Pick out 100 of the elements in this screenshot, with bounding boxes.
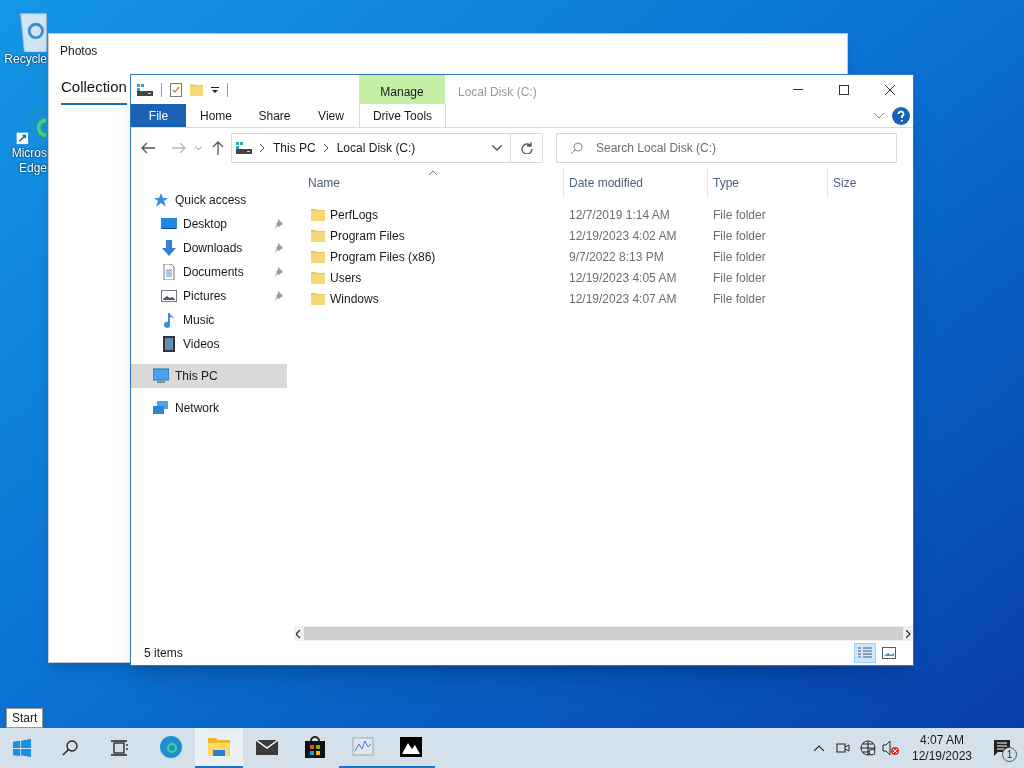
windows-logo-icon [13,739,31,757]
address-bar[interactable]: This PC Local Disk (C:) [231,133,511,163]
ribbon-tab[interactable]: Share [246,104,303,127]
ribbon-tab[interactable]: View [303,104,359,127]
ribbon-tab[interactable]: Drive Tools [359,104,446,127]
help-icon[interactable] [892,106,910,125]
network-icon [153,400,169,416]
new-folder-icon [190,82,203,97]
back-arrow-icon[interactable] [141,142,155,154]
breadcrumb-item[interactable]: Local Disk (C:) [336,139,416,157]
tab[interactable]: Collection [61,76,127,105]
star-icon [153,192,169,208]
file-name[interactable]: Program Files (x86) [330,247,436,266]
notification-button[interactable]: 1 [980,728,1024,768]
table-cell-text: File folder [712,227,767,245]
folder-icon [311,271,325,284]
refresh-button[interactable] [511,133,543,163]
notification-badge: 1 [1002,747,1017,762]
pin-icon[interactable] [273,219,283,229]
up-arrow-icon[interactable] [212,141,224,155]
drive-icon [236,142,252,154]
status-text: 5 items [144,645,183,662]
horizontal-scrollbar[interactable] [294,626,913,641]
drive-icon [137,83,153,96]
computer-icon [153,368,169,384]
window-title: Photos [60,43,98,60]
table-cell-text: File folder [712,290,767,308]
column-header[interactable]: Date modified [563,168,707,198]
file-name[interactable]: Users [330,268,362,287]
pin-icon[interactable] [273,267,283,277]
chevron-left-icon[interactable] [296,629,301,638]
file-name[interactable]: Windows [330,289,379,308]
nav-item[interactable]: Desktop [131,212,287,236]
table-cell-text: 12/19/2023 4:05 AM [568,269,678,287]
mountain-picture-icon [399,735,423,759]
scrollbar-thumb[interactable] [304,627,903,640]
folder-icon [207,735,231,759]
column-header[interactable]: Size [827,168,907,198]
music-note-icon [161,312,177,328]
camera-icon[interactable] [836,741,850,755]
nav-item[interactable]: Videos [131,332,287,356]
column-header[interactable]: Type [707,168,827,198]
chevron-right-icon[interactable] [906,629,911,638]
pin-icon[interactable] [273,291,283,301]
file-name[interactable]: Program Files [330,226,405,245]
muted-speaker-icon[interactable] [882,740,900,756]
edge-icon[interactable] [14,104,47,146]
nav-item[interactable]: Music [131,308,287,332]
monitor-icon [161,216,177,232]
checklist-icon[interactable] [170,82,182,97]
nav-item[interactable]: Quick access [131,188,287,212]
search-icon [62,740,78,756]
column-header[interactable]: Name [294,168,563,198]
chevron-right-icon[interactable] [260,144,265,152]
file-name[interactable]: PerfLogs [330,205,379,224]
chart-window-icon [351,735,375,759]
picture-icon [161,288,177,304]
folder-icon [311,229,325,242]
edge-icon [159,735,183,759]
table-cell-text: 9/7/2022 8:13 PM [568,248,665,266]
picture-icon [882,647,896,659]
dropdown-icon[interactable] [211,86,219,93]
context-tab-header: Manage [359,75,445,104]
download-arrow-icon [161,240,177,256]
folder-icon [311,250,325,263]
ribbon-tab[interactable]: File [131,104,186,127]
chevron-right-icon[interactable] [323,144,329,152]
search-field[interactable]: Search Local Disk (C:) [556,133,897,163]
breadcrumb-item[interactable]: This PC [273,139,316,157]
table-cell-text: File folder [712,206,767,224]
nav-item[interactable]: Downloads [131,236,287,260]
pin-icon[interactable] [273,243,283,253]
chevron-down-icon[interactable] [874,112,884,119]
window-title: Local Disk (C:) [458,84,537,101]
clock-date[interactable]: 12/19/2023 [911,748,973,764]
sort-up-icon[interactable] [429,170,437,175]
table-cell-text: 12/19/2023 4:07 AM [568,290,678,308]
search-icon [570,142,583,155]
refresh-icon [520,142,533,154]
nav-item[interactable]: Network [131,396,287,420]
nav-item[interactable]: Pictures [131,284,287,308]
tooltip: Start [6,708,44,728]
folder-icon [311,208,325,221]
nav-item[interactable]: Documents [131,260,287,284]
table-cell-text: 12/7/2019 1:14 AM [568,206,671,224]
document-icon [161,264,177,280]
nav-item[interactable]: This PC [131,364,287,388]
table-cell-text: File folder [712,248,767,266]
globe-icon[interactable] [860,740,876,756]
desktop-icon-label[interactable]: Micros Edge [11,146,47,176]
film-icon [161,336,177,352]
chevron-down-icon[interactable] [492,145,502,151]
clock-time[interactable]: 4:07 AM [920,732,964,748]
ribbon-tab[interactable]: Home [186,104,246,127]
task-view-icon [111,740,129,756]
chevron-up-icon[interactable] [814,745,824,751]
list-icon [858,647,872,659]
folder-icon [311,292,325,305]
minimize-icon [793,89,803,90]
table-cell-text: 12/19/2023 4:02 AM [568,227,678,245]
